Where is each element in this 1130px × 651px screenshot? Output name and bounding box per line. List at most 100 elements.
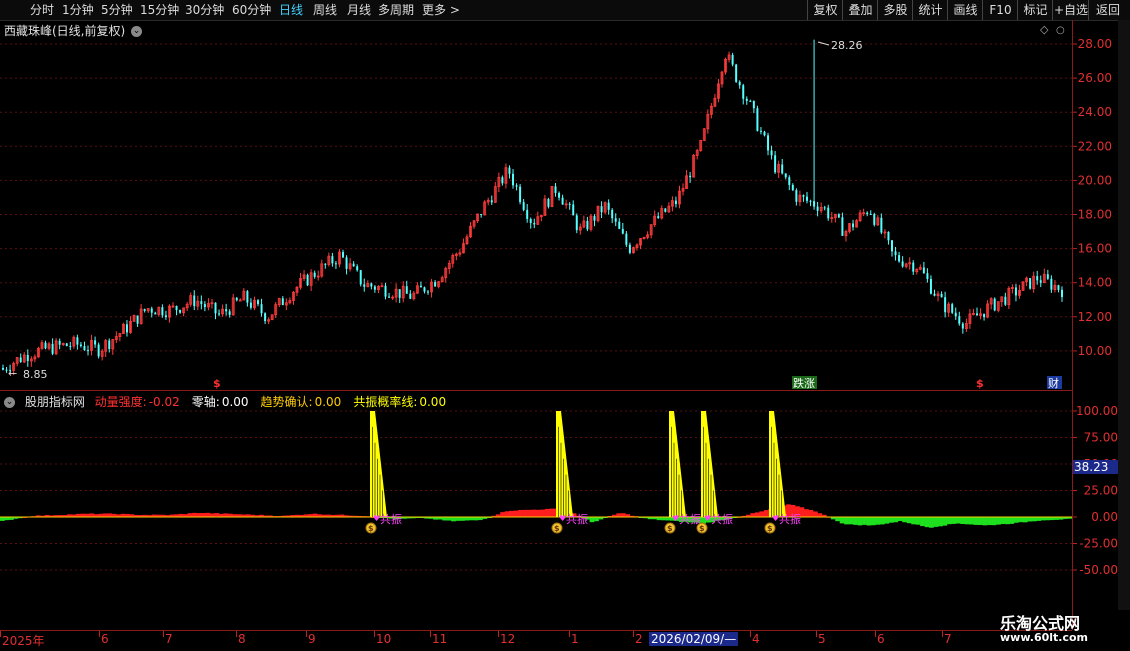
candle-body xyxy=(586,220,589,230)
candle-body xyxy=(912,262,915,272)
momentum-bar xyxy=(1022,517,1028,523)
money-bag-icon[interactable]: $ xyxy=(764,522,776,534)
indicator-name[interactable]: 股朋指标网 xyxy=(25,395,85,409)
momentum-bar xyxy=(812,511,818,517)
candle-body xyxy=(951,304,954,313)
candle-body xyxy=(398,289,401,298)
momentum-bar xyxy=(973,517,979,525)
candle-body xyxy=(926,273,929,279)
candle-body xyxy=(689,175,692,178)
candle-body xyxy=(26,354,29,362)
circle-icon[interactable]: ○ xyxy=(1056,25,1065,36)
indicator-tick-label: -50.00 xyxy=(1079,563,1118,577)
candle-body xyxy=(1046,274,1049,279)
candle-body xyxy=(356,266,359,271)
candle-body xyxy=(568,203,571,205)
candle-body xyxy=(1057,285,1060,290)
resonance-label: 共振 xyxy=(779,512,801,526)
momentum-bar xyxy=(1000,517,1006,524)
candle-body xyxy=(770,150,773,156)
candle-body xyxy=(752,100,755,109)
candle-body xyxy=(929,278,932,294)
money-bag-icon[interactable]: $ xyxy=(696,522,708,534)
money-bag-icon[interactable]: $ xyxy=(365,522,377,534)
money-bag-symbol: $ xyxy=(767,524,773,533)
momentum-bar xyxy=(1005,517,1010,525)
candle-body xyxy=(313,272,316,277)
chevron-down-icon[interactable]: ⌄ xyxy=(4,397,15,408)
money-bag-icon[interactable]: $ xyxy=(664,522,676,534)
date-tick-mark xyxy=(99,631,100,637)
price-tick-label: 28.00 xyxy=(1078,37,1112,51)
candle-body xyxy=(79,344,82,347)
momentum-bar xyxy=(875,517,881,525)
momentum-bar xyxy=(866,517,872,526)
momentum-bar xyxy=(839,517,845,524)
candle-body xyxy=(214,302,217,314)
momentum-bar xyxy=(442,517,447,521)
panel-separator[interactable] xyxy=(0,390,1072,391)
chart-canvas[interactable]: 28.268.85←◇ ○ 28.0026.0024.0022.0020.0018… xyxy=(0,0,1130,650)
momentum-bar xyxy=(929,517,934,528)
candle-body xyxy=(898,255,901,262)
candle-body xyxy=(19,357,22,362)
candle-body xyxy=(901,261,904,267)
price-tick-label: 22.00 xyxy=(1078,139,1112,153)
candle-body xyxy=(200,301,203,305)
candle-body xyxy=(841,217,844,236)
candle-body xyxy=(512,173,515,186)
momentum-bar xyxy=(835,517,841,522)
candle-body xyxy=(805,196,808,201)
candle-body xyxy=(108,340,111,349)
candle-body xyxy=(1039,280,1042,283)
candle-body xyxy=(522,202,525,210)
candle-body xyxy=(813,201,816,207)
candle-body xyxy=(345,257,348,269)
candle-body xyxy=(306,274,309,286)
rise-fall-marker[interactable]: 跌涨 xyxy=(793,376,815,390)
side-scroll-strip[interactable] xyxy=(1118,20,1130,610)
candle-body xyxy=(193,295,196,307)
momentum-bar xyxy=(201,513,206,517)
momentum-bar xyxy=(527,509,532,517)
indicator-legend: ⌄ 股朋指标网 动量强度: -0.02 零轴: 0.00 趋势确认: 0.00 共振概率线:… xyxy=(4,393,464,410)
candle-body xyxy=(427,291,430,293)
momentum-bar xyxy=(982,517,988,526)
dollar-marker[interactable]: $ xyxy=(976,377,984,390)
momentum-bar xyxy=(504,511,510,517)
left-arrow-icon: ← xyxy=(8,367,17,380)
candle-body xyxy=(228,311,231,315)
momentum-bar xyxy=(464,517,470,521)
date-tick-mark xyxy=(498,631,499,637)
date-tick-label: 5 xyxy=(818,632,826,646)
legend-value: -0.02 xyxy=(148,395,180,409)
candle-body xyxy=(480,214,483,216)
candle-body xyxy=(388,296,391,298)
date-tick-label: 7 xyxy=(944,632,952,646)
candle-body xyxy=(203,304,206,307)
candle-body xyxy=(611,209,614,219)
resonance-label: 共振 xyxy=(711,512,733,526)
candle-body xyxy=(161,307,164,316)
momentum-bar xyxy=(509,510,514,517)
momentum-bar xyxy=(888,517,894,523)
money-bag-icon[interactable]: $ xyxy=(551,522,563,534)
indicator-tick-label: 25.00 xyxy=(1084,484,1118,498)
momentum-bar xyxy=(620,513,626,517)
date-tick-label: 4 xyxy=(752,632,760,646)
money-bag-symbol: $ xyxy=(554,524,560,533)
candle-body xyxy=(554,186,557,193)
date-tick-mark xyxy=(569,631,570,637)
candle-body xyxy=(83,346,86,351)
date-tick-label: 10 xyxy=(376,632,392,646)
legend-label: 动量强度: xyxy=(94,395,147,409)
finance-marker[interactable]: 财 xyxy=(1048,376,1059,390)
candle-body xyxy=(922,267,925,274)
date-tick-mark xyxy=(750,631,751,637)
dollar-marker[interactable]: $ xyxy=(213,377,221,390)
diamond-icon[interactable]: ◇ xyxy=(1040,23,1049,36)
candle-body xyxy=(788,177,791,185)
candle-body xyxy=(763,131,766,136)
candle-body xyxy=(1061,289,1063,298)
candle-body xyxy=(384,285,387,297)
